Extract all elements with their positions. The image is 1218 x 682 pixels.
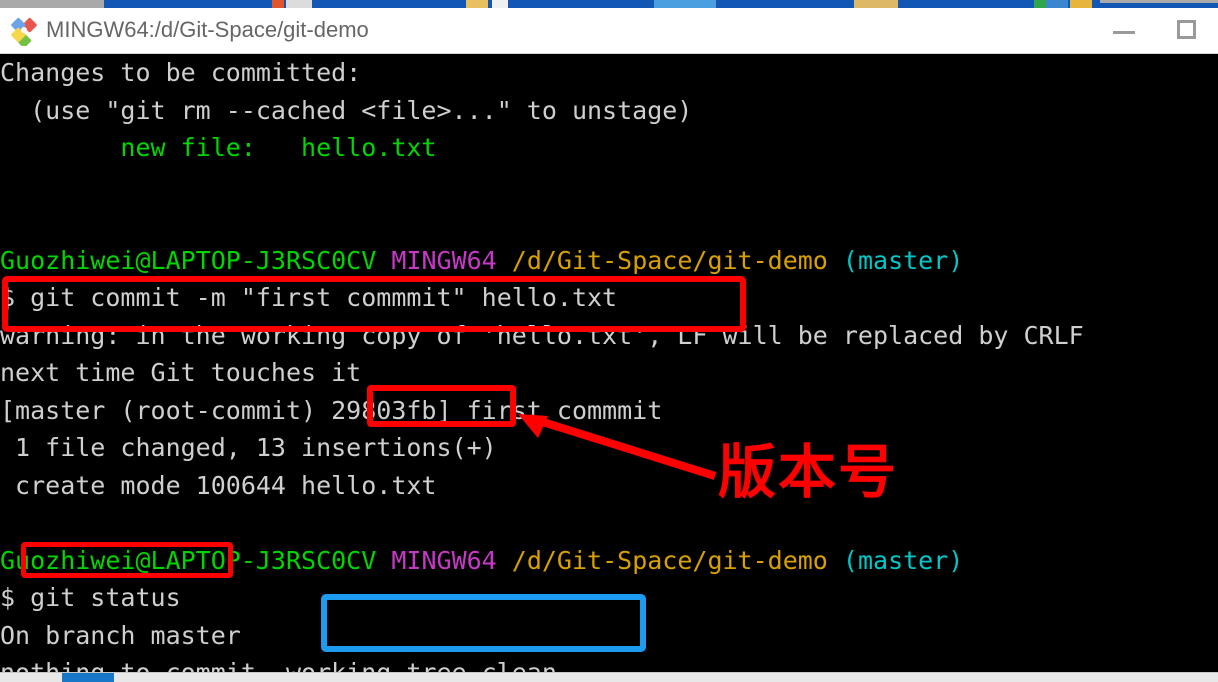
terminal-text-run: (master)	[842, 545, 964, 575]
terminal-text-run: warning: in the working copy of 'hello.t…	[0, 320, 1084, 350]
terminal-text-run: new file: hello.txt	[0, 133, 437, 162]
strip-segment	[1034, 0, 1046, 8]
minimize-icon	[1113, 31, 1135, 34]
strip-segment	[0, 0, 104, 8]
line-commit-cmd: $ git commit -m "first commmit" hello.tx…	[0, 279, 1218, 317]
terminal-text-run: nothing to commit, working tree clean	[0, 658, 557, 672]
line-unstage-hint: (use "git rm --cached <file>..." to unst…	[0, 92, 1218, 130]
terminal-text-run: [master (root-commit) 29803fb] first com…	[0, 395, 663, 425]
terminal-text-run: Guozhiwei@LAPTOP-J3RSC0CV	[0, 245, 377, 275]
line-blank-1	[0, 167, 1218, 205]
strip-segment	[1070, 0, 1092, 8]
window-title: MINGW64:/d/Git-Space/git-demo	[46, 17, 369, 42]
line-warning-2: next time Git touches it	[0, 354, 1218, 392]
maximize-icon	[1177, 20, 1196, 39]
terminal-text-run: /d/Git-Space/git-demo	[511, 245, 828, 275]
line-commit-result: [master (root-commit) 29803fb] first com…	[0, 392, 1218, 430]
git-bash-icon	[8, 14, 40, 48]
terminal-text-run: On branch master	[0, 620, 241, 650]
terminal-text-run: Changes to be committed:	[0, 58, 362, 87]
terminal-output: Changes to be committed: (use "git rm --…	[0, 54, 1218, 672]
bottom-taskbar-strip	[0, 672, 1218, 682]
terminal-text-run: next time Git touches it	[0, 358, 362, 387]
line-on-branch: On branch master	[0, 617, 1218, 655]
annotation-version-label: 版本号	[718, 438, 899, 506]
terminal-text-run	[828, 546, 843, 575]
line-prompt-1: Guozhiwei@LAPTOP-J3RSC0CV MINGW64 /d/Git…	[0, 242, 1218, 280]
terminal-text-run: MINGW64	[391, 545, 497, 575]
maximize-button[interactable]	[1166, 8, 1212, 53]
terminal-text-run	[497, 546, 512, 575]
line-prompt-2: Guozhiwei@LAPTOP-J3RSC0CV MINGW64 /d/Git…	[0, 542, 1218, 580]
terminal-text-run	[376, 246, 391, 275]
terminal-text-run: MINGW64	[391, 245, 497, 275]
terminal-text-run: $ git commit -m "first commmit" hello.tx…	[0, 283, 618, 312]
strip-segment	[272, 0, 284, 8]
window-titlebar: MINGW64:/d/Git-Space/git-demo	[0, 8, 1218, 54]
line-status-cmd: $ git status	[0, 579, 1218, 617]
terminal-text-run	[828, 246, 843, 275]
line-changes-header: Changes to be committed:	[0, 54, 1218, 92]
terminal-text-run: Guozhiwei@LAPTOP-J3RSC0CV	[0, 545, 377, 575]
terminal-text-run: 1 file changed, 13 insertions(+)	[0, 433, 497, 462]
line-nothing-commit: nothing to commit, working tree clean	[0, 654, 1218, 672]
terminal-text-run: create mode 100644 hello.txt	[0, 470, 437, 500]
strip-segment	[286, 0, 312, 8]
taskbar-active-indicator	[62, 673, 114, 682]
strip-segment	[466, 0, 488, 8]
desktop-background-strip	[0, 0, 1218, 8]
terminal-text-run: $ git status	[0, 583, 181, 612]
line-stat: 1 file changed, 13 insertions(+)	[0, 429, 1218, 467]
strip-segment	[854, 0, 898, 8]
minimize-button[interactable]	[1102, 8, 1148, 53]
line-blank-2	[0, 204, 1218, 242]
terminal-text-run	[376, 546, 391, 575]
line-warning-1: warning: in the working copy of 'hello.t…	[0, 317, 1218, 355]
line-blank-3	[0, 504, 1218, 542]
terminal-screen[interactable]: Changes to be committed: (use "git rm --…	[0, 54, 1218, 672]
terminal-text-run: (use "git rm --cached <file>..." to unst…	[0, 95, 693, 125]
line-create-mode: create mode 100644 hello.txt	[0, 467, 1218, 505]
line-new-file: new file: hello.txt	[0, 129, 1218, 167]
strip-segment	[1046, 0, 1068, 8]
terminal-text-run	[497, 246, 512, 275]
terminal-text-run: /d/Git-Space/git-demo	[511, 545, 828, 575]
screenshot-root: MINGW64:/d/Git-Space/git-demo Changes to…	[0, 0, 1218, 682]
terminal-text-run: (master)	[842, 245, 964, 275]
strip-segment	[654, 0, 716, 8]
strip-segment	[492, 0, 508, 8]
strip-segment	[1100, 0, 1218, 3]
